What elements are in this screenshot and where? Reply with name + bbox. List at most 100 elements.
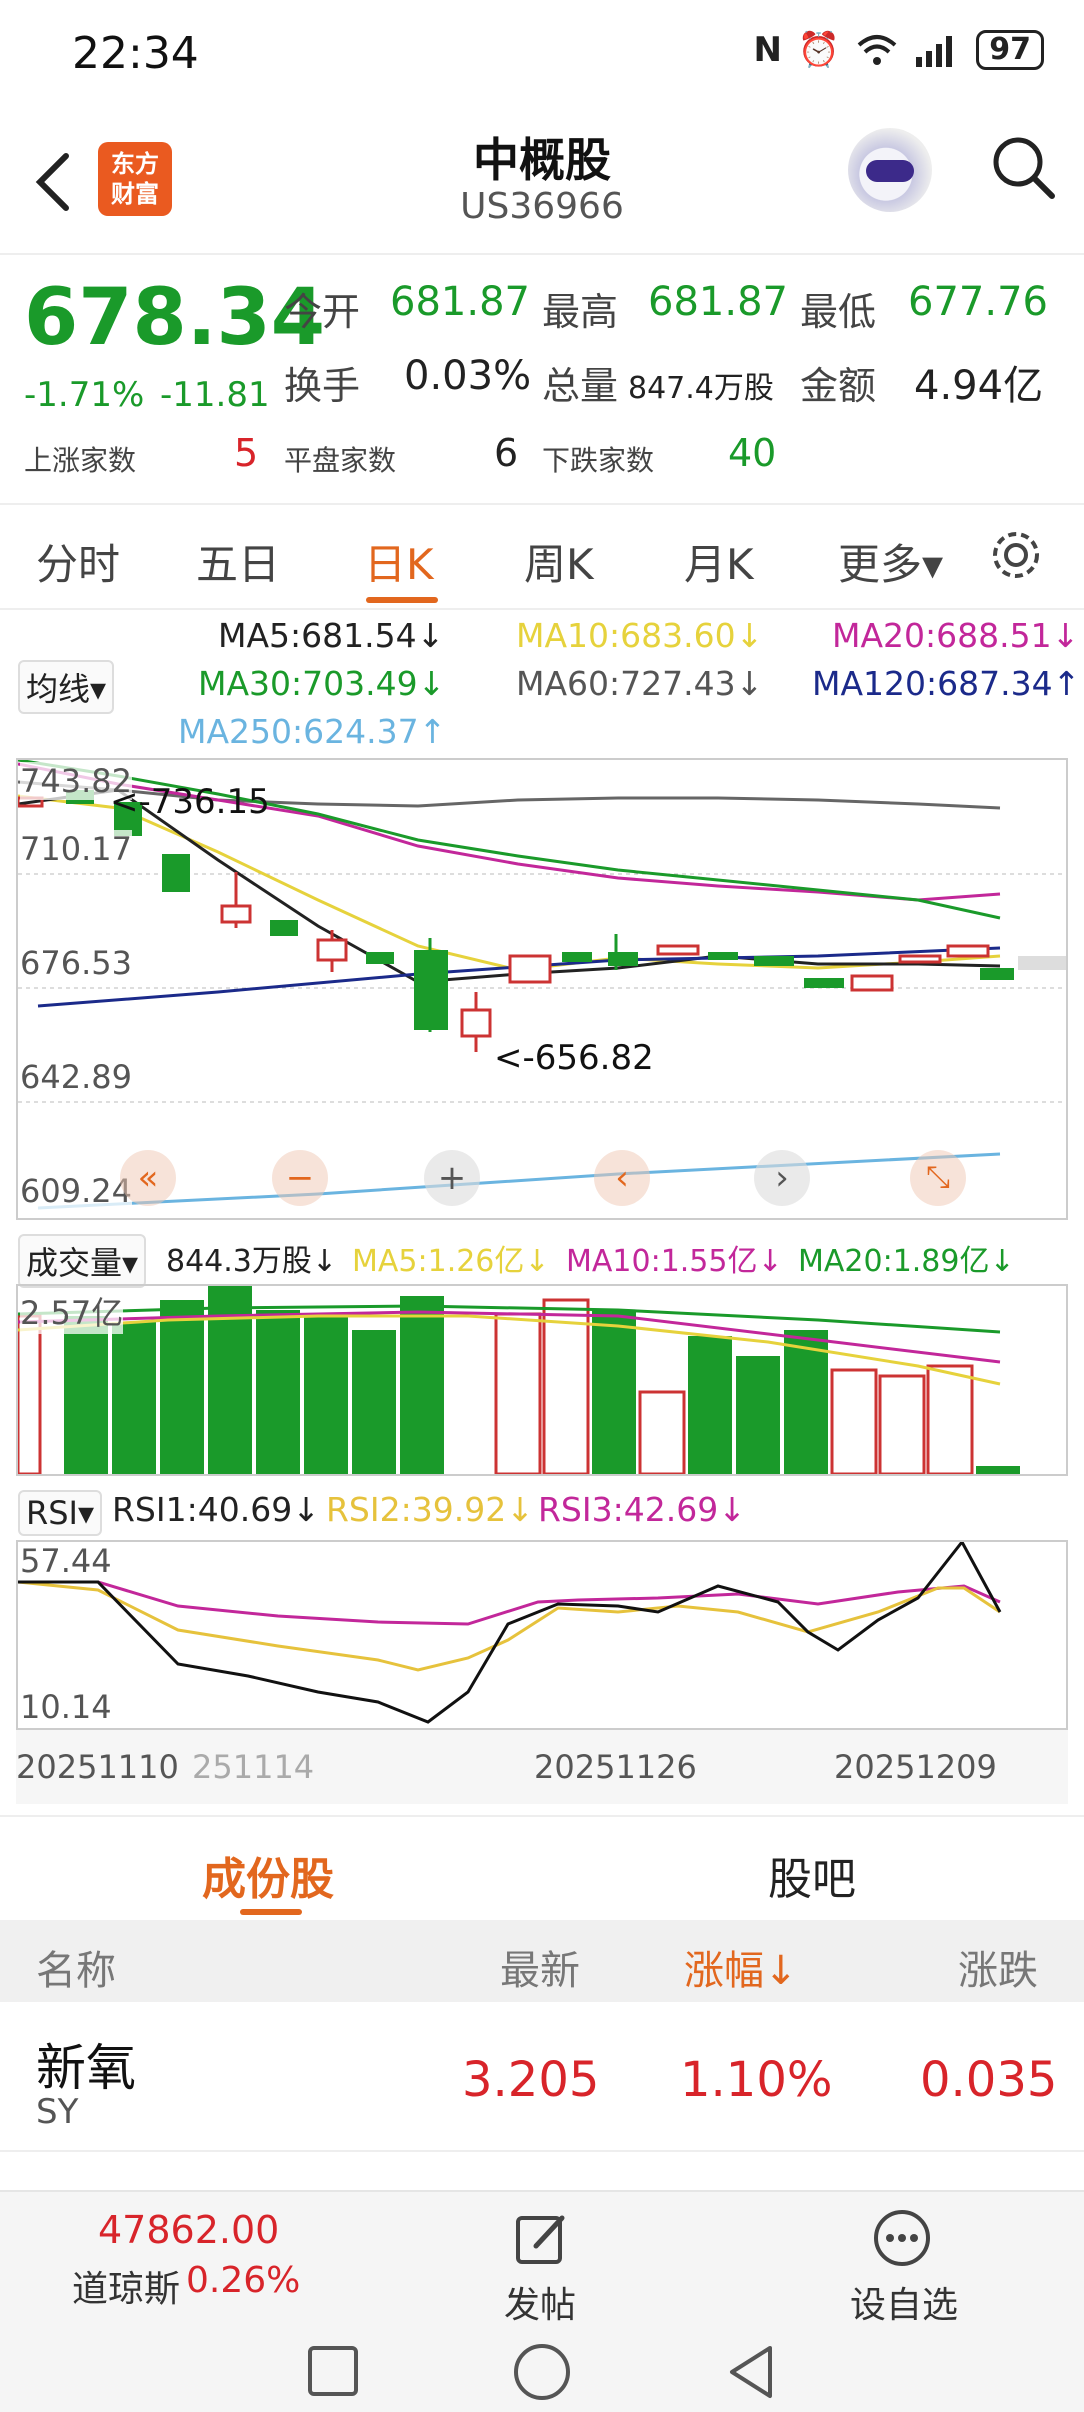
down-count: 40: [728, 431, 777, 475]
date-axis: 20251110 251114 20251126 20251209: [16, 1730, 1068, 1804]
ma-selector[interactable]: 均线▾: [18, 660, 115, 714]
zoom-out-icon[interactable]: −: [272, 1150, 328, 1206]
y-label-2: 710.17: [20, 830, 132, 868]
scroll-left-icon[interactable]: ‹: [594, 1150, 650, 1206]
scroll-right-icon[interactable]: ›: [754, 1150, 810, 1206]
scroll-left-fast-icon[interactable]: «: [120, 1150, 176, 1206]
change-value: -11.81: [160, 375, 270, 415]
search-icon[interactable]: [988, 132, 1058, 202]
open-value: 681.87: [390, 279, 530, 325]
ma20-label: MA20:688.51↓: [832, 616, 1080, 655]
low-value: 677.76: [908, 279, 1048, 325]
header-change[interactable]: 涨跌: [958, 1938, 1038, 1996]
ma30-label: MA30:703.49↓: [198, 664, 446, 703]
row-change-pct: 1.10%: [680, 2052, 833, 2108]
volume-chart[interactable]: 2.57亿: [16, 1284, 1068, 1476]
turnover-label: 换手: [284, 364, 361, 408]
home-icon[interactable]: [512, 2342, 572, 2402]
amount-value: 4.94亿: [914, 363, 1044, 409]
y-label-4: 642.89: [20, 1058, 132, 1096]
header-name[interactable]: 名称: [36, 1938, 116, 1996]
more-dots-icon[interactable]: [872, 2208, 932, 2268]
open-label: 今开: [284, 290, 361, 334]
date-label-2: 251114: [192, 1748, 315, 1786]
flat-count: 6: [494, 431, 519, 475]
down-count-label: 下跌家数: [542, 444, 655, 477]
zoom-in-icon[interactable]: +: [424, 1150, 480, 1206]
vol-ma20-label: MA20:1.89亿↓: [798, 1244, 1015, 1279]
low-label: 最低: [800, 290, 877, 334]
index-change[interactable]: 0.26%: [186, 2260, 300, 2301]
active-tab-indicator: [366, 597, 438, 603]
max-price-note: <-736.15: [110, 782, 270, 822]
ma10-label: MA10:683.60↓: [516, 616, 764, 655]
high-value: 681.87: [648, 279, 788, 325]
nfc-icon: N: [753, 30, 782, 70]
index-value[interactable]: 47862.00: [98, 2208, 279, 2252]
volume-selector[interactable]: 成交量▾: [18, 1234, 147, 1288]
rsi1-label: RSI1:40.69↓: [112, 1490, 320, 1529]
add-watchlist-label[interactable]: 设自选: [850, 2276, 958, 2328]
turnover-value: 0.03%: [404, 353, 532, 399]
current-price: 678.34: [24, 273, 325, 363]
post-label[interactable]: 发帖: [504, 2276, 576, 2328]
flat-count-label: 平盘家数: [284, 444, 397, 477]
row-latest: 3.205: [462, 2052, 600, 2108]
fullscreen-icon[interactable]: ⤡: [910, 1150, 966, 1206]
rsi1-line: [18, 1542, 1002, 1724]
tab-daily-k[interactable]: 日K: [364, 531, 434, 592]
rsi-chart[interactable]: 57.44 10.14: [16, 1540, 1068, 1730]
volume-value-label: 844.3万股↓: [166, 1244, 338, 1279]
row-change: 0.035: [920, 2052, 1058, 2108]
tab-constituents[interactable]: 成份股: [202, 1843, 334, 1907]
bottom-toolbar: 47862.00 道琼斯 0.26% 发帖 设自选: [0, 2190, 1084, 2412]
change-percent: -1.71%: [24, 375, 145, 415]
status-bar: 22:34 N ⏰ 97: [0, 0, 1084, 110]
index-name[interactable]: 道琼斯: [72, 2260, 180, 2312]
battery-indicator: 97: [976, 30, 1044, 70]
up-count: 5: [234, 431, 259, 475]
volume-svg: [18, 1286, 1020, 1474]
vol-ma10-label: MA10:1.55亿↓: [566, 1244, 783, 1279]
rsi3-label: RSI3:42.69↓: [538, 1490, 746, 1529]
candlestick-svg: [18, 760, 1066, 1210]
recent-apps-icon[interactable]: [306, 2344, 360, 2398]
header-latest[interactable]: 最新: [500, 1938, 580, 1996]
status-time: 22:34: [72, 28, 199, 79]
ma5-label: MA5:681.54↓: [218, 616, 445, 655]
vol-ma5-label: MA5:1.26亿↓: [352, 1244, 550, 1279]
settings-gear-icon[interactable]: [988, 527, 1044, 583]
amount-label: 金额: [800, 364, 877, 408]
tab-minute[interactable]: 分时: [36, 531, 120, 592]
ma250-label: MA250:624.37↑: [178, 712, 447, 751]
volume-top-label: 2.57亿: [20, 1288, 124, 1334]
volume-label: 总量: [542, 364, 619, 408]
list-header: 名称 最新 涨幅↓ 涨跌: [0, 1920, 1084, 2002]
constituent-tabs: 成份股 股吧: [0, 1815, 1084, 1919]
tab-more[interactable]: 更多▾: [838, 531, 943, 592]
signal-icon: [916, 36, 953, 67]
date-label-1: 20251110: [16, 1748, 179, 1786]
y-label-3: 676.53: [20, 944, 132, 982]
period-tabs: 分时 五日 日K 周K 月K 更多▾: [0, 505, 1084, 610]
table-row[interactable]: 新氧 SY 3.205 1.10% 0.035: [0, 2002, 1084, 2152]
edit-post-icon[interactable]: [514, 2210, 570, 2266]
volume-value: 847.4万股: [628, 371, 774, 406]
y-label-5: 609.24: [20, 1172, 132, 1210]
tab-forum[interactable]: 股吧: [768, 1843, 856, 1907]
assistant-avatar-icon[interactable]: [848, 128, 932, 212]
back-nav-icon[interactable]: [724, 2342, 778, 2402]
tab-weekly-k[interactable]: 周K: [524, 531, 594, 592]
candlestick-chart[interactable]: 743.82 710.17 676.53 642.89 609.24 <-736…: [16, 758, 1068, 1220]
ma250-line: [37, 1152, 1001, 1210]
rsi2-line: [18, 1580, 1001, 1672]
header-change-pct[interactable]: 涨幅↓: [684, 1938, 798, 1996]
ma120-label: MA120:687.34↑: [812, 664, 1081, 703]
tab-five-day[interactable]: 五日: [196, 531, 280, 592]
tab-monthly-k[interactable]: 月K: [684, 531, 754, 592]
rsi-selector[interactable]: RSI▾: [18, 1490, 103, 1536]
ma60-label: MA60:727.43↓: [516, 664, 764, 703]
status-icons: N ⏰ 97: [753, 30, 1044, 70]
high-label: 最高: [542, 290, 619, 334]
wifi-icon: [857, 35, 897, 65]
